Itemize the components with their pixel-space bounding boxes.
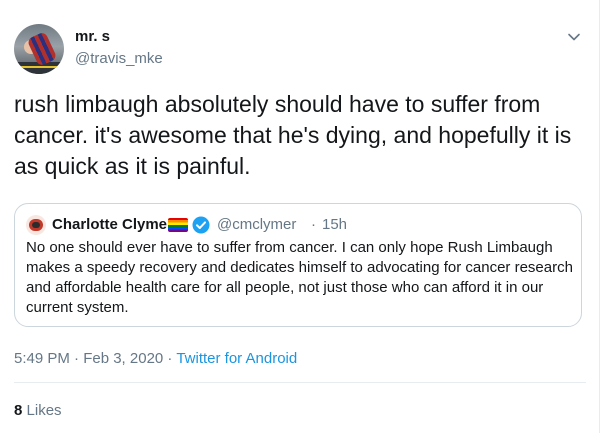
quoted-text: No one should ever have to suffer from c… [26, 239, 573, 316]
quoted-time: 15h [322, 216, 348, 233]
tweet-meta: 5:49 PM · Feb 3, 2020 · Twitter for Andr… [14, 350, 297, 367]
author-handle[interactable]: @travis_mke [75, 50, 163, 67]
quoted-tweet[interactable]: Charlotte Clymer @cmclymer · 15h No one … [14, 203, 582, 327]
rainbow-flag-icon [168, 218, 188, 232]
avatar-yellow-line [14, 66, 64, 68]
author-display-name[interactable]: mr. s [75, 28, 110, 45]
chevron-down-icon[interactable] [567, 30, 581, 44]
quoted-author-avatar [26, 215, 46, 235]
quoted-display-name: Charlotte Clymer [52, 216, 173, 233]
author-avatar[interactable] [14, 24, 64, 74]
tweet-timestamp[interactable]: 5:49 PM · Feb 3, 2020 [14, 350, 163, 367]
tweet-text: rush limbaugh absolutely should have to … [14, 91, 572, 179]
tweet-source-link[interactable]: Twitter for Android [176, 350, 297, 367]
quoted-avatar-detail [32, 222, 40, 228]
tweet-card: mr. s @travis_mke rush limbaugh absolute… [0, 0, 600, 433]
quoted-handle: @cmclymer [217, 216, 297, 233]
likes-stat[interactable]: 8 Likes [14, 402, 62, 419]
verified-icon [192, 216, 210, 234]
meta-separator: · [163, 350, 177, 367]
likes-count: 8 [14, 402, 23, 419]
likes-label: Likes [26, 402, 62, 419]
divider [14, 382, 586, 383]
quoted-separator: · [311, 216, 316, 233]
